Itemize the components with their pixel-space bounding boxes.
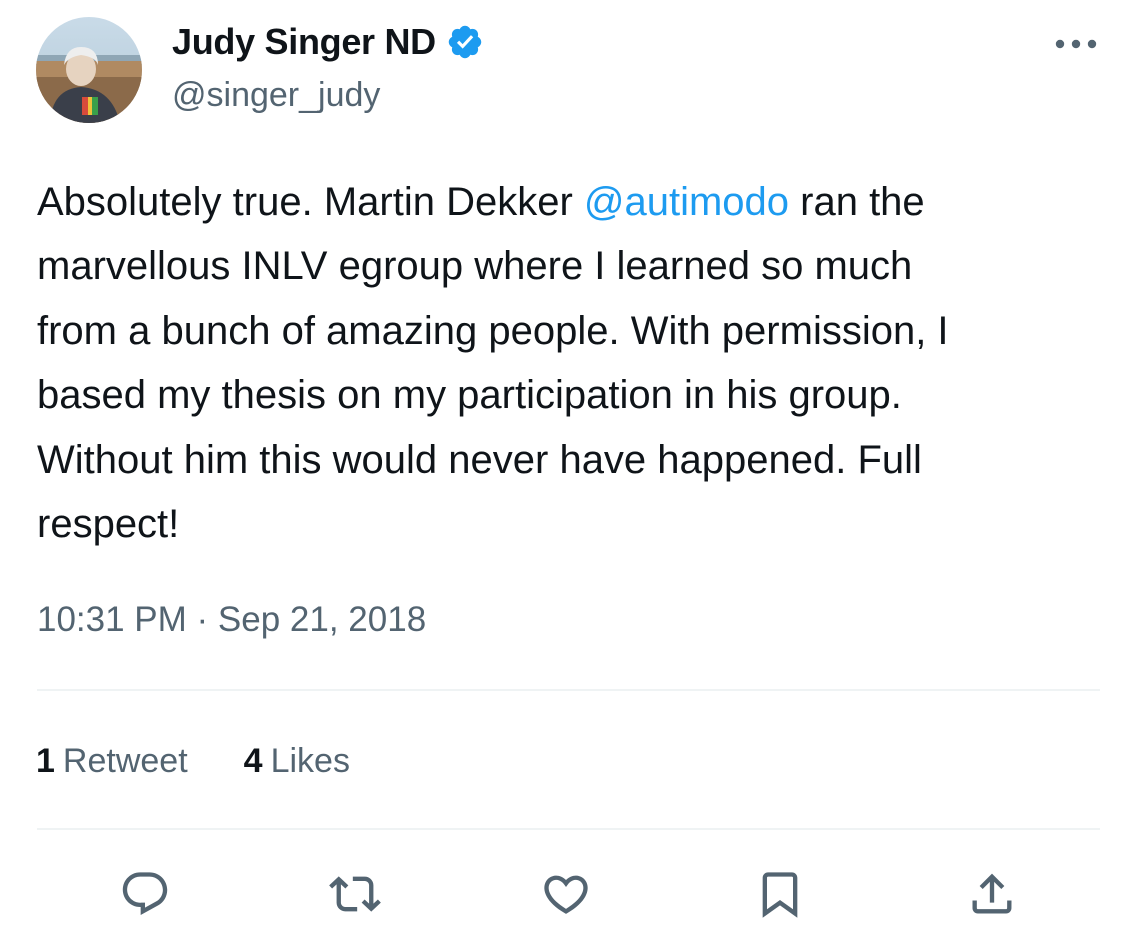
retweet-label: Retweet (62, 741, 188, 780)
tweet-line: from a bunch of amazing people. With per… (37, 308, 949, 353)
like-count-link[interactable]: 4 Likes (244, 742, 350, 781)
more-options-button[interactable] (1052, 30, 1100, 58)
author-name-row[interactable]: Judy Singer ND (172, 20, 484, 64)
retweet-icon (329, 876, 381, 912)
like-icon (544, 875, 588, 914)
bookmark-button[interactable] (752, 866, 808, 922)
tweet-line: marvellous INLV egroup where I learned s… (37, 244, 913, 289)
like-label: Likes (270, 741, 350, 780)
reply-button[interactable] (117, 866, 173, 922)
divider (37, 689, 1100, 691)
tweet-timestamp[interactable]: 10:31 PM · Sep 21, 2018 (37, 596, 426, 644)
tweet-line: Without him this would never have happen… (37, 437, 922, 482)
share-icon (972, 873, 1012, 914)
tweet-text: Absolutely true. Martin Dekker @autimodo… (37, 170, 1097, 556)
divider (37, 828, 1100, 830)
retweet-count-link[interactable]: 1 Retweet (36, 742, 188, 781)
verified-badge-icon[interactable] (446, 23, 484, 61)
share-button[interactable] (964, 866, 1020, 922)
retweet-button[interactable] (327, 866, 383, 922)
more-options-icon (1055, 39, 1097, 49)
bookmark-icon (762, 872, 798, 918)
like-button[interactable] (538, 866, 594, 922)
engagement-stats: 1 Retweet 4 Likes (36, 737, 350, 785)
tweet-line: Absolutely true. Martin Dekker @autimodo… (37, 170, 1097, 234)
like-count: 4 (243, 741, 263, 780)
reply-icon (122, 872, 168, 916)
mention-link[interactable]: @autimodo (584, 180, 789, 224)
tweet-text-segment: Absolutely true. Martin Dekker (37, 180, 584, 224)
action-bar (0, 866, 1123, 922)
avatar[interactable] (36, 17, 142, 123)
tweet-line: respect! (37, 502, 180, 547)
tweet-text-segment: ran the (789, 180, 925, 224)
profile-photo (36, 17, 142, 123)
author-handle[interactable]: @singer_judy (172, 73, 380, 117)
display-name[interactable]: Judy Singer ND (172, 20, 436, 64)
tweet-line: based my thesis on my participation in h… (37, 373, 902, 418)
retweet-count: 1 (36, 741, 55, 780)
